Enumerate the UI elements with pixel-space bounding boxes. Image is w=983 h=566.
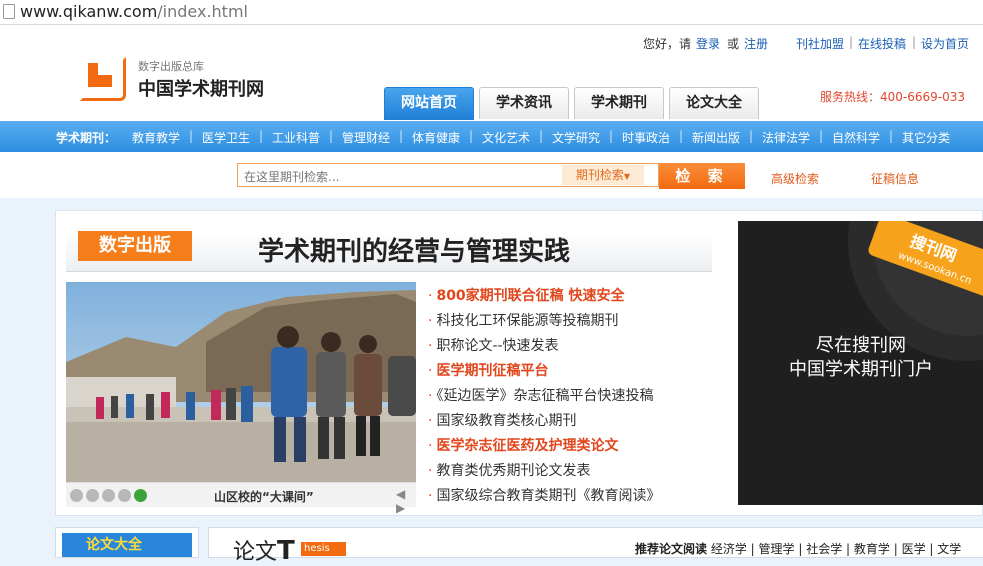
advanced-search-link[interactable]: 高级检索 <box>771 170 819 187</box>
slide-arrows-icon[interactable]: ◀ ▶ <box>396 487 416 515</box>
slide-dot[interactable] <box>102 489 115 502</box>
category-lead: 学术期刊： <box>56 131 117 145</box>
page-icon <box>3 4 15 19</box>
section-badge: 数字出版 <box>78 231 192 261</box>
category-item[interactable]: 法律法学 <box>762 129 810 146</box>
search-type-select[interactable]: 期刊检索▼ <box>562 165 644 185</box>
papers-sidebar-title[interactable]: 论文大全 <box>62 533 192 557</box>
caret-down-icon: ▼ <box>623 172 631 181</box>
thesis-tag: hesis <box>301 542 346 556</box>
login-link[interactable]: 登录 <box>696 37 720 51</box>
ad-line-2: 中国学术期刊门户 <box>789 359 933 380</box>
category-item[interactable]: 文学研究 <box>552 129 600 146</box>
set-homepage-link[interactable]: 设为首页 <box>921 37 969 51</box>
site-logo-icon[interactable] <box>80 57 128 101</box>
category-item[interactable]: 体育健康 <box>412 129 460 146</box>
recommend-link[interactable]: 社会学 <box>806 542 842 556</box>
category-item[interactable]: 文化艺术 <box>482 129 530 146</box>
search-input[interactable]: 在这里期刊检索... 期刊检索▼ <box>237 163 659 187</box>
tab-academic-news[interactable]: 学术资讯 <box>479 87 569 119</box>
recommend-link[interactable]: 教育学 <box>854 542 890 556</box>
list-item[interactable]: · 医学期刊征稿平台 <box>428 360 548 380</box>
list-item[interactable]: · 医学杂志征医药及护理类论文 <box>428 435 618 455</box>
category-item[interactable]: 教育教学 <box>132 129 180 146</box>
tab-academic-journals[interactable]: 学术期刊 <box>574 87 664 119</box>
call-for-papers-link[interactable]: 征稿信息 <box>871 170 919 187</box>
recommend-link[interactable]: 经济学 <box>711 542 747 556</box>
section-title[interactable]: 学术期刊的经营与管理实践 <box>258 231 570 268</box>
register-link[interactable]: 注册 <box>744 37 768 51</box>
photo-caption[interactable]: 山区校的“大课间” <box>214 488 314 505</box>
slide-dot[interactable] <box>86 489 99 502</box>
featured-photo[interactable] <box>66 282 416 482</box>
recommend-link[interactable]: 管理学 <box>759 542 795 556</box>
featured-panel: 数字出版 学术期刊的经营与管理实践 山区校的“大课间” ◀ ▶ · 800家期刊… <box>55 210 983 516</box>
tab-papers[interactable]: 论文大全 <box>669 87 759 119</box>
greeting-text: 您好，请 <box>643 37 692 51</box>
papers-heading: 论文T <box>233 536 295 566</box>
category-item[interactable]: 新闻出版 <box>692 129 740 146</box>
ad-line-1: 尽在搜刊网 <box>816 335 906 356</box>
slide-dot[interactable] <box>118 489 131 502</box>
category-item[interactable]: 管理财经 <box>342 129 390 146</box>
tab-home[interactable]: 网站首页 <box>384 87 474 120</box>
section-header: 数字出版 学术期刊的经营与管理实践 <box>66 231 712 272</box>
papers-section: 论文T hesis 推荐论文阅读 经济学 | 管理学 | 社会学 | 教育学 |… <box>208 527 983 566</box>
list-item[interactable]: · 职称论文--快速发表 <box>428 335 559 355</box>
logo-title[interactable]: 中国学术期刊网 <box>138 75 264 101</box>
slide-dot-active[interactable] <box>134 489 147 502</box>
list-item[interactable]: · 科技化工环保能源等投稿期刊 <box>428 310 618 330</box>
hotline-text: 服务热线：400-6669-033 <box>820 90 966 104</box>
browser-address-bar[interactable]: www.qikanw.com/index.html <box>0 0 983 25</box>
list-item[interactable]: · 教育类优秀期刊论文发表 <box>428 460 590 480</box>
slide-dot[interactable] <box>70 489 83 502</box>
search-row: 在这里期刊检索... 期刊检索▼ 检 索 高级检索 征稿信息 <box>0 152 983 198</box>
category-item[interactable]: 自然科学 <box>832 129 880 146</box>
category-nav: 学术期刊： 教育教学 | 医学卫生 | 工业科普 | 管理财经 | 体育健康 |… <box>0 121 983 152</box>
list-item[interactable]: · 《延边医学》杂志征稿平台快速投稿 <box>428 385 653 405</box>
category-item[interactable]: 医学卫生 <box>202 129 250 146</box>
category-item[interactable]: 其它分类 <box>902 129 950 146</box>
or-text: 或 <box>727 37 740 51</box>
partner-link[interactable]: 刊社加盟 <box>796 37 844 51</box>
submit-online-link[interactable]: 在线投稿 <box>858 37 906 51</box>
logo-subtitle: 数字出版总库 <box>138 60 204 73</box>
search-placeholder: 在这里期刊检索... <box>244 170 340 184</box>
search-button[interactable]: 检 索 <box>659 163 745 189</box>
list-item[interactable]: · 国家级综合教育类期刊《教育阅读》 <box>428 485 660 505</box>
recommended-reading: 推荐论文阅读 经济学 | 管理学 | 社会学 | 教育学 | 医学 | 文学 <box>635 542 962 556</box>
photo-caption-bar: 山区校的“大课间” ◀ ▶ <box>66 482 416 515</box>
papers-sidebar: 论文大全 <box>55 527 199 558</box>
url-text[interactable]: www.qikanw.com/index.html <box>20 2 248 21</box>
list-item[interactable]: · 800家期刊联合征稿 快速安全 <box>428 285 625 305</box>
category-item[interactable]: 工业科普 <box>272 129 320 146</box>
category-item[interactable]: 时事政治 <box>622 129 670 146</box>
recommend-link[interactable]: 医学 <box>902 542 926 556</box>
list-item[interactable]: · 国家级教育类核心期刊 <box>428 410 576 430</box>
recommend-link[interactable]: 文学 <box>937 542 961 556</box>
site-header: 数字出版总库 中国学术期刊网 您好，请 登录 或 注册 刊社加盟 | 在线投稿 … <box>0 25 983 121</box>
sookan-banner-ad[interactable]: 搜刊网 www.sookan.cn 尽在搜刊网 中国学术期刊门户 <box>738 221 983 505</box>
